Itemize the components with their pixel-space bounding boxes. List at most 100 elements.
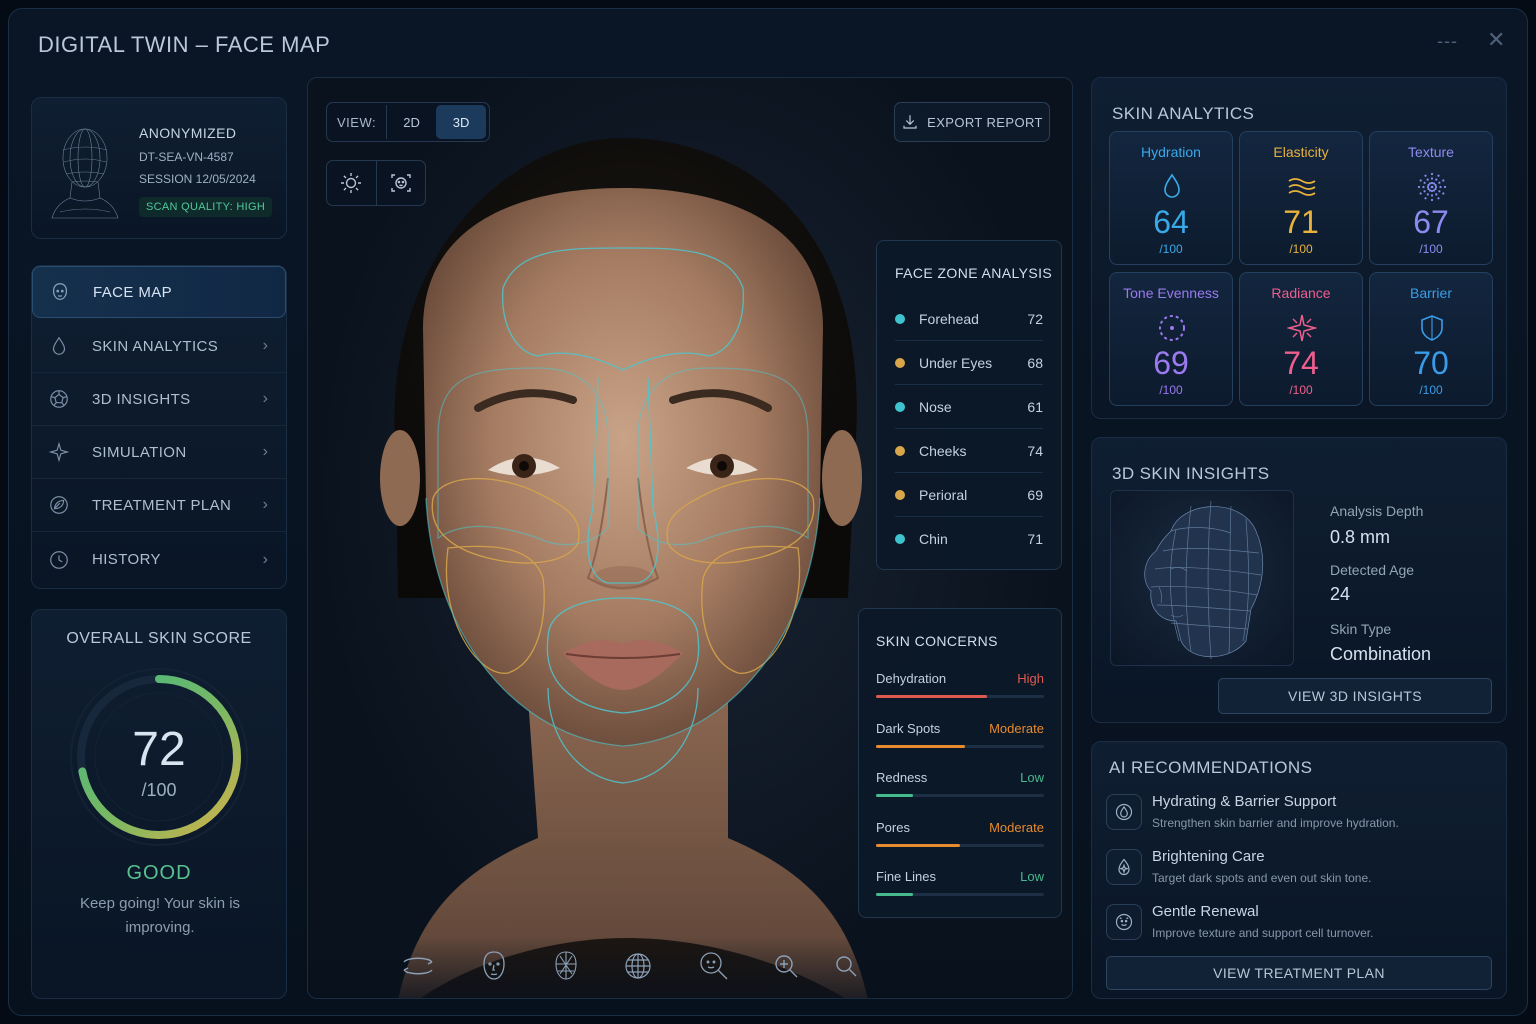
metric-value: 70 <box>1413 345 1449 381</box>
face-scan-button[interactable] <box>375 161 425 205</box>
export-report-button[interactable]: EXPORT REPORT <box>894 102 1050 142</box>
face-mesh-button[interactable] <box>546 946 586 986</box>
minimize-button[interactable]: --- <box>1437 31 1458 52</box>
face-scan-icon <box>391 174 411 192</box>
3d-skin-insights-panel: 3D SKIN INSIGHTS Analysis Depth 0.8 mm D… <box>1091 437 1507 723</box>
recommendation-desc: Improve texture and support cell turnove… <box>1152 926 1374 940</box>
zone-row[interactable]: Perioral 69 <box>895 473 1043 517</box>
recommendation-item[interactable]: Brightening Care Target dark spots and e… <box>1106 845 1496 891</box>
sparkle-icon <box>48 441 70 463</box>
concern-bar-fill <box>876 843 960 847</box>
viewer-tools <box>326 160 426 206</box>
globe-grid-button[interactable] <box>618 946 658 986</box>
view-3d-insights-button[interactable]: VIEW 3D INSIGHTS <box>1218 678 1492 714</box>
concern-row: Redness Low <box>876 770 1044 810</box>
dots-icon <box>1417 172 1447 202</box>
metric-name: Texture <box>1408 144 1454 160</box>
rotate-icon <box>403 957 433 975</box>
clock-icon <box>50 550 68 569</box>
view-2d-button[interactable]: 2D <box>386 105 436 139</box>
chevron-right-icon: › <box>262 337 268 354</box>
view-mode-toggle: VIEW: 2D 3D <box>326 102 490 142</box>
sidebar-item-label: TREATMENT PLAN <box>92 496 232 514</box>
metric-card-elasticity[interactable]: Elasticity 71/100 <box>1239 131 1363 265</box>
metric-value: 71 <box>1283 204 1319 240</box>
face-zoom-button[interactable] <box>694 946 734 986</box>
metric-name: Barrier <box>1409 285 1452 301</box>
brightness-button[interactable] <box>327 161 376 205</box>
concern-bar-track <box>876 843 1044 847</box>
concern-level: Moderate <box>989 819 1044 835</box>
barrier-icon <box>1106 794 1142 830</box>
recommendation-title: Hydrating & Barrier Support <box>1152 793 1337 810</box>
zone-row[interactable]: Cheeks 74 <box>895 429 1043 473</box>
zoom-in-button[interactable] <box>766 946 806 986</box>
face-front-button[interactable] <box>474 946 514 986</box>
concern-level: High <box>1017 671 1044 686</box>
sidebar-item-treatment-plan[interactable]: TREATMENT PLAN › <box>32 479 286 532</box>
zone-name: Under Eyes <box>919 354 993 371</box>
zone-score: 74 <box>1027 442 1043 459</box>
face-viewer[interactable]: VIEW: 2D 3D EXPORT REPORT FACE ZONE ANAL… <box>307 77 1073 999</box>
view-3d-button[interactable]: 3D <box>436 105 487 139</box>
brightness-icon <box>341 173 362 193</box>
zone-row[interactable]: Chin 71 <box>895 517 1043 561</box>
app-window: DIGITAL TWIN – FACE MAP --- ✕ ANONYMIZED… <box>8 8 1528 1016</box>
zone-row[interactable]: Forehead 72 <box>895 297 1043 341</box>
zone-name: Chin <box>919 531 948 547</box>
zone-score: 69 <box>1027 486 1043 503</box>
drop-icon <box>1164 173 1180 198</box>
zone-row[interactable]: Nose 61 <box>895 385 1043 429</box>
metric-value: 67 <box>1413 204 1449 240</box>
shield-icon <box>1421 315 1443 341</box>
metric-card-barrier[interactable]: Barrier 70/100 <box>1369 272 1493 406</box>
zone-color-dot <box>895 313 905 324</box>
chevron-right-icon: › <box>262 550 268 568</box>
sidebar-item-history[interactable]: HISTORY › <box>32 533 286 586</box>
3d-head-model[interactable] <box>1110 490 1294 666</box>
dashed-circle-icon <box>1159 315 1185 341</box>
metric-value: 74 <box>1283 345 1319 381</box>
recommendation-item[interactable]: Gentle Renewal Improve texture and suppo… <box>1106 900 1496 946</box>
profile-name: ANONYMIZED <box>139 125 237 141</box>
concern-level: Low <box>1020 869 1044 884</box>
zoom-in-icon <box>775 955 798 978</box>
metric-card-texture[interactable]: Texture 67/100 <box>1369 131 1493 265</box>
sidebar-item-face-map[interactable]: FACE MAP <box>32 266 286 318</box>
metric-card-tone-evenness[interactable]: Tone Evenness 69/100 <box>1109 272 1233 406</box>
rotate-button[interactable] <box>398 946 438 986</box>
metric-card-hydration[interactable]: Hydration 64/100 <box>1109 131 1233 265</box>
sidebar-item-skin-analytics[interactable]: SKIN ANALYTICS › <box>32 320 286 373</box>
leaf-icon <box>50 496 68 514</box>
close-button[interactable]: ✕ <box>1487 27 1505 53</box>
sidebar-item-simulation[interactable]: SIMULATION › <box>32 426 286 479</box>
metric-value: 69 <box>1153 345 1189 381</box>
score-message: Keep going! Your skin is improving. <box>79 895 241 936</box>
search-icon <box>836 956 857 977</box>
recommendation-desc: Strengthen skin barrier and improve hydr… <box>1152 816 1399 830</box>
concern-row: Fine Lines Low <box>876 869 1044 909</box>
zone-color-dot <box>895 401 905 412</box>
zone-row[interactable]: Under Eyes 68 <box>895 341 1043 385</box>
recommendation-title: Brightening Care <box>1152 848 1265 865</box>
scan-quality-badge: SCAN QUALITY: HIGH <box>139 197 273 217</box>
score-rating: GOOD <box>126 862 192 884</box>
sidebar-item-3d-insights[interactable]: 3D INSIGHTS › <box>32 373 286 426</box>
recommendation-item[interactable]: Hydrating & Barrier Support Strengthen s… <box>1106 790 1496 836</box>
3d-head-mesh-image <box>1144 500 1264 660</box>
skin-type-label: Skin Type <box>1330 621 1392 637</box>
ai-recommendations-panel: AI RECOMMENDATIONS Hydrating & Barrier S… <box>1091 741 1507 999</box>
recommendations-title: AI RECOMMENDATIONS <box>1109 758 1313 777</box>
metric-card-radiance[interactable]: Radiance 74/100 <box>1239 272 1363 406</box>
metric-name: Tone Evenness <box>1123 285 1219 301</box>
export-label: EXPORT REPORT <box>927 114 1043 130</box>
3d-insights-title: 3D SKIN INSIGHTS <box>1112 464 1270 483</box>
metric-max: /100 <box>1159 383 1183 397</box>
sidebar-item-label: HISTORY <box>92 551 161 568</box>
view-label: VIEW: <box>337 114 377 130</box>
chevron-right-icon: › <box>262 390 268 407</box>
profile-card: ANONYMIZED DT-SEA-VN-4587 SESSION 12/05/… <box>31 97 287 239</box>
metric-max: /100 <box>1289 383 1313 397</box>
search-button[interactable] <box>826 946 866 986</box>
view-treatment-plan-button[interactable]: VIEW TREATMENT PLAN <box>1106 956 1492 990</box>
